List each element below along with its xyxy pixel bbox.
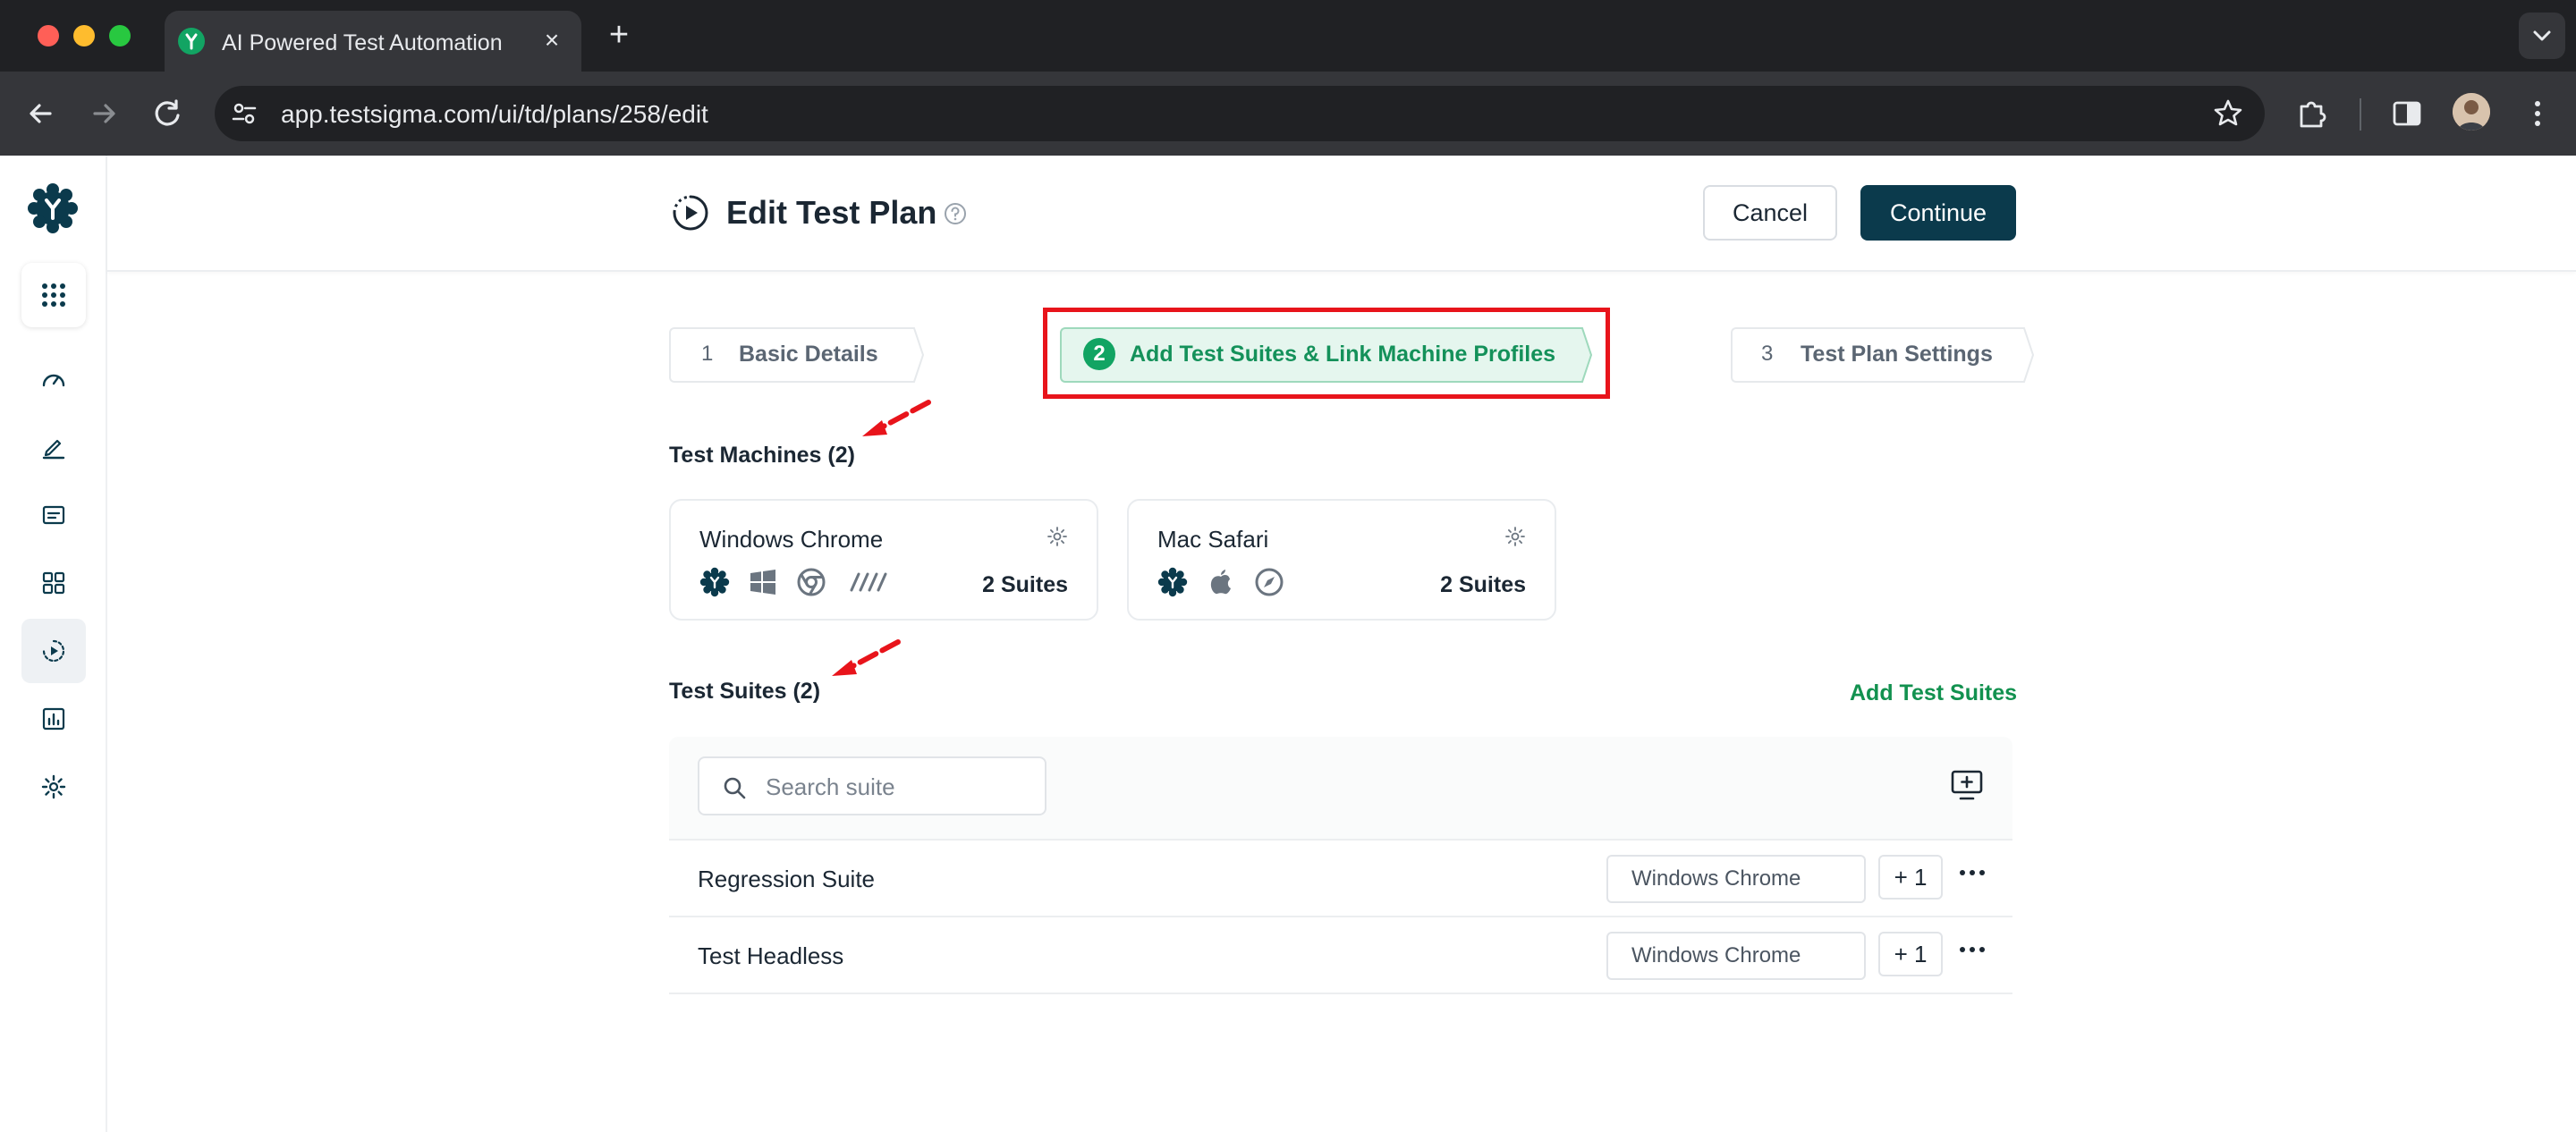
test-plan-icon (42, 639, 65, 663)
testsigma-icon (1157, 567, 1188, 597)
table-row[interactable]: Regression Suite Windows Chrome + 1 (669, 841, 2012, 917)
windows-icon (750, 570, 775, 595)
continue-button[interactable]: Continue (1860, 185, 2016, 241)
step-chevron-icon (893, 327, 925, 383)
close-tab-icon[interactable]: × (537, 25, 567, 55)
step-basic-details[interactable]: 1 Basic Details (669, 327, 925, 383)
more-options-icon[interactable] (1957, 864, 1987, 882)
apple-icon (1210, 570, 1231, 595)
testsigma-logo-icon[interactable] (27, 182, 79, 234)
page-header: Edit Test Plan Cancel Continue (107, 156, 2576, 272)
minimize-window-button[interactable] (73, 25, 95, 46)
annotation-arrow-icon (862, 400, 931, 436)
search-suite-box[interactable] (698, 756, 1046, 815)
dashboard-icon (42, 374, 65, 387)
profile-avatar[interactable] (2453, 93, 2490, 131)
sidebar-item-test-cases[interactable] (21, 415, 86, 479)
toolbar-separator (2360, 98, 2361, 131)
browser-tab-bar: AI Powered Test Automation × + (0, 0, 2576, 72)
help-icon[interactable] (943, 201, 968, 226)
site-info-icon[interactable] (229, 98, 259, 129)
close-window-button[interactable] (38, 25, 59, 46)
sidebar-item-reports[interactable] (21, 687, 86, 751)
machine-name: Mac Safari (1157, 526, 1269, 553)
machine-card[interactable]: Windows Chrome 2 Suites (669, 499, 1098, 621)
settings-icon (41, 774, 66, 799)
folder-icon (42, 505, 65, 525)
testsigma-favicon-icon (178, 28, 205, 55)
tab-title: AI Powered Test Automation (222, 30, 503, 55)
machine-settings-icon[interactable] (1046, 526, 1068, 547)
more-machines-chip[interactable]: + 1 (1878, 855, 1943, 900)
user-avatar-icon (2453, 93, 2490, 131)
machine-settings-icon[interactable] (1504, 526, 1526, 547)
tab-search-button[interactable] (2519, 13, 2565, 59)
grid-icon (42, 571, 65, 595)
extensions-icon[interactable] (2293, 95, 2331, 132)
bookmark-star-icon[interactable] (2211, 97, 2245, 131)
reports-icon (42, 707, 65, 731)
maximize-window-button[interactable] (109, 25, 131, 46)
edit-icon (42, 439, 65, 460)
suite-name[interactable]: Test Headless (698, 942, 843, 970)
add-test-suites-link[interactable]: Add Test Suites (1850, 680, 2017, 706)
sidebar-item-test-plans[interactable] (21, 619, 86, 683)
app-sidebar (0, 156, 107, 1132)
test-machines-title: Test Machines (2) (669, 443, 855, 468)
step-label: Test Plan Settings (1801, 342, 1993, 367)
annotation-arrow-icon (832, 639, 901, 676)
back-arrow-icon[interactable] (20, 92, 63, 135)
machine-suites-count: 2 Suites (982, 572, 1068, 597)
step-number: 1 (701, 342, 714, 366)
browser-toolbar: app.testsigma.com/ui/td/plans/258/edit (0, 72, 2576, 156)
machine-card[interactable]: Mac Safari 2 Suites (1127, 499, 1556, 621)
annotation-highlight-box (1043, 308, 1610, 399)
reload-icon[interactable] (147, 92, 190, 135)
headless-icon (850, 572, 887, 592)
more-machines-chip[interactable]: + 1 (1878, 932, 1943, 976)
machine-name: Windows Chrome (699, 526, 884, 553)
browser-menu-icon[interactable] (2519, 95, 2556, 132)
step-number: 3 (1761, 342, 1774, 366)
sidebar-item-settings[interactable] (21, 755, 86, 819)
sidebar-item-test-data[interactable] (21, 483, 86, 547)
add-machine-icon[interactable] (1950, 769, 1984, 801)
search-icon (724, 777, 746, 799)
more-options-icon[interactable] (1957, 941, 1987, 959)
browser-tab[interactable]: AI Powered Test Automation × (165, 11, 581, 72)
chevron-down-icon (2533, 30, 2551, 41)
page-title: Edit Test Plan (726, 194, 937, 231)
apps-grid-icon (42, 283, 65, 307)
machine-suites-count: 2 Suites (1440, 572, 1526, 597)
machine-selector[interactable]: Windows Chrome (1606, 855, 1866, 903)
chrome-icon (797, 568, 826, 596)
testsigma-icon (699, 567, 730, 597)
step-chevron-icon (2003, 327, 2035, 383)
step-test-plan-settings[interactable]: 3 Test Plan Settings (1731, 327, 2035, 383)
machine-selector[interactable]: Windows Chrome (1606, 932, 1866, 980)
step-label: Basic Details (739, 342, 878, 367)
sidebar-item-test-suites[interactable] (21, 551, 86, 615)
suite-name[interactable]: Regression Suite (698, 866, 875, 893)
table-row[interactable]: Test Headless Windows Chrome + 1 (669, 917, 2012, 994)
test-suites-title: Test Suites (2) (669, 679, 821, 704)
test-plan-icon (673, 195, 708, 231)
side-panel-icon[interactable] (2388, 95, 2426, 132)
new-tab-icon[interactable]: + (601, 18, 637, 54)
safari-icon (1255, 568, 1284, 596)
forward-arrow-icon[interactable] (82, 92, 125, 135)
address-bar[interactable]: app.testsigma.com/ui/td/plans/258/edit (215, 86, 2265, 141)
suites-toolbar (669, 737, 2012, 841)
search-suite-input[interactable] (766, 771, 1034, 803)
apps-grid-button[interactable] (21, 263, 86, 327)
cancel-button[interactable]: Cancel (1703, 185, 1837, 241)
url-text[interactable]: app.testsigma.com/ui/td/plans/258/edit (281, 100, 708, 129)
sidebar-item-dashboard[interactable] (21, 348, 86, 412)
